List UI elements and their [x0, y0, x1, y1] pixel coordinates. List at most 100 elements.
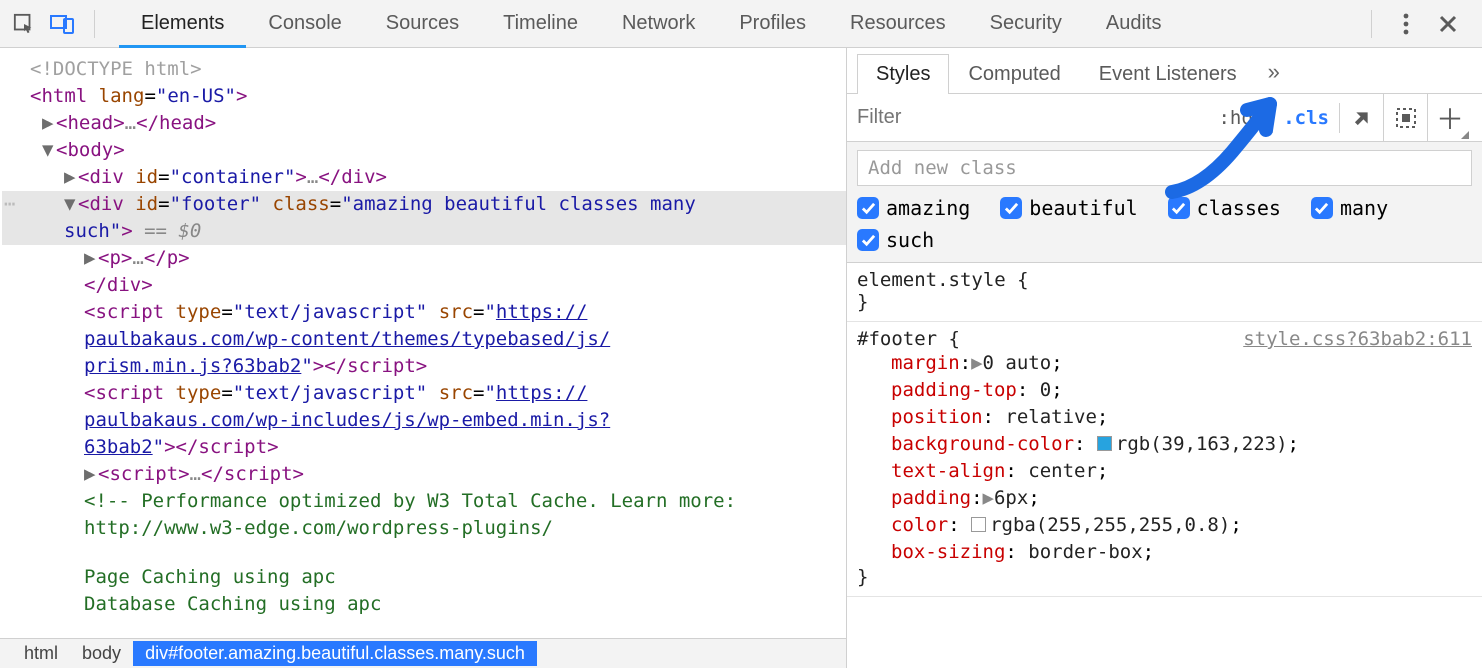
- declaration[interactable]: position: relative;: [857, 404, 1472, 431]
- dom-line-selected[interactable]: ⋯ ▼<div id="footer" class="amazing beaut…: [2, 191, 846, 218]
- subtab-computed[interactable]: Computed: [949, 54, 1079, 94]
- checkbox-icon[interactable]: [857, 229, 879, 251]
- tab-timeline[interactable]: Timeline: [481, 0, 600, 48]
- add-class-input[interactable]: [857, 150, 1472, 186]
- color-swatch-icon[interactable]: [971, 517, 986, 532]
- class-check[interactable]: beautiful: [1000, 196, 1137, 220]
- link[interactable]: 63bab2: [84, 436, 153, 458]
- dom-line[interactable]: ▶<script>…</script>: [2, 461, 846, 488]
- dom-line-selected[interactable]: such"> == $0: [2, 218, 846, 245]
- declaration[interactable]: padding:▶6px;: [857, 485, 1472, 512]
- class-check[interactable]: such: [857, 228, 934, 252]
- tab-elements[interactable]: Elements: [119, 0, 246, 48]
- dom-line[interactable]: </div>: [2, 272, 846, 299]
- crumb-footer[interactable]: div#footer.amazing.beautiful.classes.man…: [133, 641, 537, 666]
- expand-arrow-icon[interactable]: ▶: [64, 164, 78, 191]
- dom-line[interactable]: <script type="text/javascript" src="http…: [2, 299, 846, 326]
- dom-line[interactable]: ▼<body>: [2, 137, 846, 164]
- box-model-icon[interactable]: [1384, 94, 1428, 142]
- class-check[interactable]: many: [1311, 196, 1388, 220]
- elements-panel: <!DOCTYPE html> <html lang="en-US"> ▶<he…: [0, 48, 847, 668]
- kebab-menu-icon[interactable]: [1388, 6, 1424, 42]
- tab-sources[interactable]: Sources: [364, 0, 481, 48]
- tab-audits[interactable]: Audits: [1084, 0, 1184, 48]
- class-label: such: [886, 228, 934, 252]
- attr: type: [176, 301, 222, 323]
- dom-line[interactable]: Database Caching using apc: [2, 591, 846, 618]
- prop: padding: [891, 487, 971, 509]
- tab-console[interactable]: Console: [246, 0, 363, 48]
- declaration[interactable]: background-color: rgb(39,163,223);: [857, 431, 1472, 458]
- subtab-styles[interactable]: Styles: [857, 54, 949, 94]
- tab-resources[interactable]: Resources: [828, 0, 968, 48]
- class-label: amazing: [886, 196, 970, 220]
- val: "text/javascript": [233, 382, 427, 404]
- dom-line[interactable]: ▶<p>…</p>: [2, 245, 846, 272]
- attr: id: [135, 193, 158, 215]
- link[interactable]: https://: [496, 382, 588, 404]
- comment: Database Caching using apc: [84, 593, 381, 615]
- dom-line[interactable]: Page Caching using apc: [2, 564, 846, 591]
- collapse-arrow-icon[interactable]: ▼: [42, 137, 56, 164]
- close-icon[interactable]: [1430, 6, 1466, 42]
- cls-toggle[interactable]: .cls: [1272, 103, 1340, 133]
- class-check[interactable]: classes: [1168, 196, 1281, 220]
- checkbox-icon[interactable]: [1311, 197, 1333, 219]
- tab-profiles[interactable]: Profiles: [717, 0, 828, 48]
- val: 6px: [994, 487, 1028, 509]
- dom-line[interactable]: <!-- Performance optimized by W3 Total C…: [2, 488, 846, 515]
- class-check[interactable]: amazing: [857, 196, 970, 220]
- link[interactable]: paulbakaus.com/wp-includes/js/wp-embed.m…: [84, 409, 610, 431]
- tag: div: [341, 166, 375, 188]
- declaration[interactable]: color: rgba(255,255,255,0.8);: [857, 512, 1472, 539]
- rule-source-link[interactable]: style.css?63bab2:611: [1243, 328, 1472, 350]
- checkbox-icon[interactable]: [1000, 197, 1022, 219]
- dom-line[interactable]: prism.min.js?63bab2"></script>: [2, 353, 846, 380]
- declaration[interactable]: box-sizing: border-box;: [857, 539, 1472, 566]
- dom-tree[interactable]: <!DOCTYPE html> <html lang="en-US"> ▶<he…: [0, 48, 846, 638]
- subtab-event-listeners[interactable]: Event Listeners: [1080, 54, 1256, 94]
- link[interactable]: prism.min.js?63bab2: [84, 355, 301, 377]
- inspect-icon[interactable]: [8, 8, 40, 40]
- expand-arrow-icon[interactable]: ▶: [84, 461, 98, 488]
- style-rule-element[interactable]: element.style { }: [847, 263, 1482, 322]
- dom-line[interactable]: paulbakaus.com/wp-content/themes/typebas…: [2, 326, 846, 353]
- add-rule-button[interactable]: ＋: [1428, 94, 1472, 142]
- dom-line[interactable]: 63bab2"></script>: [2, 434, 846, 461]
- checkbox-icon[interactable]: [857, 197, 879, 219]
- checkbox-icon[interactable]: [1168, 197, 1190, 219]
- styles-filter-input[interactable]: [857, 106, 1057, 129]
- rule-close: }: [857, 566, 1472, 588]
- dom-line[interactable]: <script type="text/javascript" src="http…: [2, 380, 846, 407]
- styles-toolbar: :hov .cls ＋: [847, 94, 1482, 142]
- hov-toggle[interactable]: :hov: [1210, 103, 1272, 133]
- crumb-body[interactable]: body: [70, 641, 133, 666]
- style-rule-footer[interactable]: #footer { style.css?63bab2:611 margin:▶0…: [847, 322, 1482, 597]
- pin-icon[interactable]: [1340, 94, 1384, 142]
- link[interactable]: https://: [496, 301, 588, 323]
- declaration[interactable]: padding-top: 0;: [857, 377, 1472, 404]
- dom-line[interactable]: ▶<head>…</head>: [2, 110, 846, 137]
- device-mode-icon[interactable]: [46, 8, 78, 40]
- crumb-html[interactable]: html: [12, 641, 70, 666]
- val: rgba(255,255,255,0.8): [990, 514, 1230, 536]
- dom-line[interactable]: ▶<div id="container">…</div>: [2, 164, 846, 191]
- declaration[interactable]: margin:▶0 auto;: [857, 350, 1472, 377]
- collapse-arrow-icon[interactable]: ▼: [64, 191, 78, 218]
- dom-line[interactable]: <!DOCTYPE html>: [2, 56, 846, 83]
- dom-line[interactable]: http://www.w3-edge.com/wordpress-plugins…: [2, 515, 846, 542]
- link[interactable]: paulbakaus.com/wp-content/themes/typebas…: [84, 328, 610, 350]
- ellipsis: …: [125, 112, 136, 134]
- tab-network[interactable]: Network: [600, 0, 717, 48]
- subtab-overflow-icon[interactable]: »: [1256, 51, 1292, 93]
- val: center: [1028, 460, 1097, 482]
- expand-arrow-icon[interactable]: ▶: [42, 110, 56, 137]
- prop: padding-top: [891, 379, 1017, 401]
- prop: text-align: [891, 460, 1005, 482]
- tab-security[interactable]: Security: [968, 0, 1084, 48]
- dom-line[interactable]: paulbakaus.com/wp-includes/js/wp-embed.m…: [2, 407, 846, 434]
- color-swatch-icon[interactable]: [1097, 436, 1112, 451]
- dom-line[interactable]: <html lang="en-US">: [2, 83, 846, 110]
- expand-arrow-icon[interactable]: ▶: [84, 245, 98, 272]
- declaration[interactable]: text-align: center;: [857, 458, 1472, 485]
